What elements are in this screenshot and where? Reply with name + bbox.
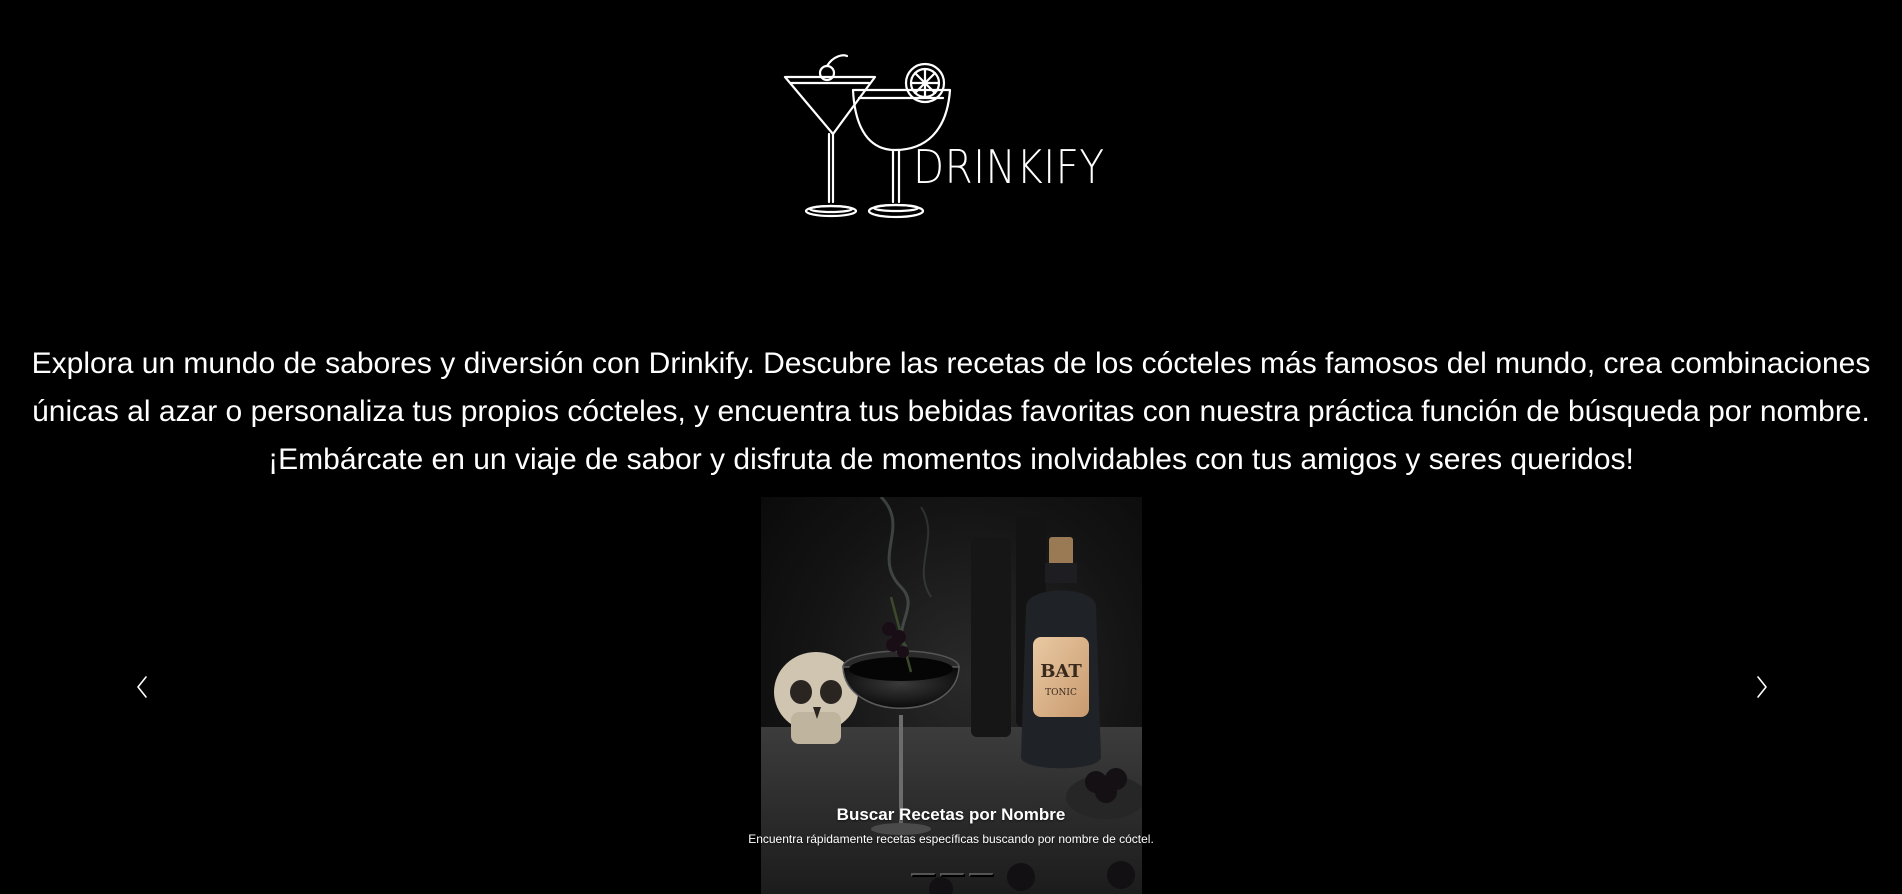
caption-title: Buscar Recetas por Nombre bbox=[836, 805, 1066, 824]
carousel-indicator-2[interactable] bbox=[940, 873, 965, 877]
bottle-label: BAT bbox=[1040, 661, 1082, 682]
page: DRINKIFY Explora un mundo de sabores y d… bbox=[0, 0, 1902, 894]
carousel-next-button[interactable] bbox=[1742, 667, 1782, 707]
carousel-caption: Buscar Recetas por Nombre Encuentra rápi… bbox=[0, 805, 1902, 846]
carousel-prev-button[interactable] bbox=[122, 667, 162, 707]
carousel-indicators bbox=[911, 873, 994, 877]
carousel-indicator-1[interactable] bbox=[911, 873, 936, 877]
brand-name: DRINKIFY bbox=[913, 140, 1105, 194]
intro-text: Explora un mundo de sabores y diversión … bbox=[31, 347, 1871, 476]
chevron-right-icon bbox=[1757, 676, 1767, 698]
chevron-left-icon bbox=[137, 676, 147, 698]
caption-text: Encuentra rápidamente recetas específica… bbox=[748, 832, 1154, 846]
bottle-sublabel: TONIC bbox=[1045, 688, 1077, 698]
carousel: BAT TONIC Buscar Recetas por Nombre Encu… bbox=[0, 497, 1902, 894]
carousel-indicator-3[interactable] bbox=[969, 873, 994, 877]
brand-logo[interactable]: DRINKIFY bbox=[775, 52, 1125, 232]
